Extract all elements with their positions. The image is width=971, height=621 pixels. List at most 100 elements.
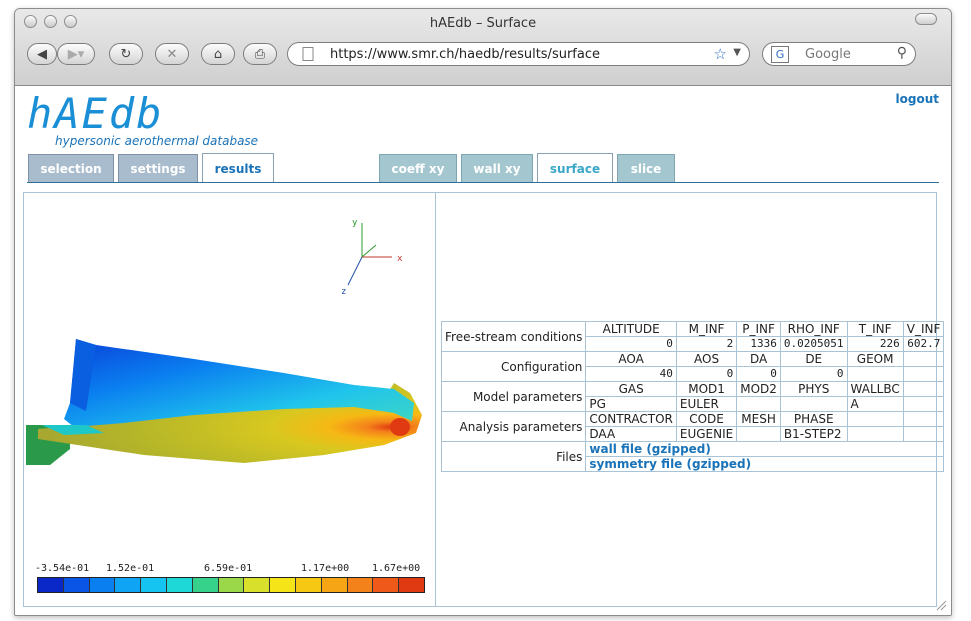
val-code: EUGENIE [675,426,738,442]
colorbar-swatch [192,578,219,592]
empty-cell [902,426,945,442]
history-dropdown-icon[interactable]: ▼ [733,47,741,58]
stop-button[interactable]: ✕ [155,43,189,65]
val-phase: B1-STEP2 [779,426,848,442]
page-content: hAEdb hypersonic aerothermal database lo… [15,86,951,615]
colorbar [37,577,425,593]
colorbar-label-5: 1.67e+00 [372,563,421,574]
colorbar-swatch [141,578,167,592]
val-mod2 [736,396,781,412]
stop-icon: ✕ [166,46,178,62]
colorbar-label-1: -3.54e-01 [35,563,90,574]
colorbar-swatch [218,578,245,592]
tab-coeff-xy[interactable]: coeff xy [379,154,457,182]
tab-slice[interactable]: slice [617,154,675,182]
colorbar-swatch [89,578,116,592]
tab-surface[interactable]: surface [537,153,613,183]
empty-cell [902,366,945,382]
colorbar-labels: -3.54e-01 1.52e-01 6.59e-01 1.17e+00 1.6… [35,563,427,577]
col-mod1: MOD1 [675,381,738,397]
results-panel: y x z -3.54e-01 1.52e-01 6.59e-01 1.17e+ [23,192,945,607]
symmetry-file-link[interactable]: symmetry file (gzipped) [585,456,945,472]
col-altitude: ALTITUDE [585,321,677,337]
home-button[interactable]: ⌂ [201,43,235,65]
val-m-inf: 2 [675,336,738,352]
tab-settings[interactable]: settings [118,154,198,182]
google-engine-icon[interactable]: G [771,46,789,63]
val-mod1: EULER [675,396,738,412]
bookmark-star-icon[interactable]: ☆ [714,45,727,63]
colorbar-label-3: 6.59e-01 [204,563,253,574]
toolbar-toggle-button[interactable] [915,13,937,25]
colorbar-swatch [115,578,142,592]
browser-window: hAEdb – Surface ◀ ▶▾ ↻ ✕ ⌂ ⎙ https://www… [14,8,952,616]
val-gas: PG [585,396,677,412]
colorbar-swatch [373,578,400,592]
row-label-configuration: Configuration [440,351,587,382]
colorbar-swatch [63,578,90,592]
col-aoa: AOA [585,351,677,367]
forward-button[interactable]: ▶▾ [57,43,95,65]
col-mod2: MOD2 [736,381,781,397]
resize-grip-icon[interactable] [935,599,947,611]
val-aoa: 40 [585,366,677,382]
browser-chrome: hAEdb – Surface ◀ ▶▾ ↻ ✕ ⌂ ⎙ https://www… [15,9,951,86]
val-da: 0 [736,366,781,382]
val-contractor: DAA [585,426,677,442]
tab-bar-underline [27,182,939,183]
empty-cell [902,381,945,397]
val-mesh [736,426,781,442]
tab-results[interactable]: results [202,153,274,183]
val-altitude: 0 [585,336,677,352]
colorbar-swatch [321,578,348,592]
colorbar-swatch [399,578,424,592]
search-magnifier-icon[interactable]: ⚲ [897,45,907,61]
colorbar-swatch [295,578,322,592]
url-text: https://www.smr.ch/haedb/results/surface [330,47,600,62]
print-button[interactable]: ⎙ [243,43,277,65]
back-button[interactable]: ◀ [27,43,57,65]
y-axis-label: y [352,218,358,228]
tab-wall-xy[interactable]: wall xy [461,154,533,182]
val-phys [779,396,848,412]
col-gas: GAS [585,381,677,397]
val-rho-inf: 0.0205051 [779,336,848,352]
colorbar-swatch [347,578,374,592]
surface-plot[interactable]: y x z [24,193,434,553]
col-v-inf: V_INF [902,321,945,337]
col-phys: PHYS [779,381,848,397]
row-label-analysis: Analysis parameters [440,411,587,442]
col-t-inf: T_INF [846,321,904,337]
wall-file-link[interactable]: wall file (gzipped) [585,441,945,457]
colorbar-label-2: 1.52e-01 [106,563,155,574]
col-phase: PHASE [779,411,848,427]
col-p-inf: P_INF [736,321,781,337]
search-field[interactable]: G Google ⚲ [762,42,916,66]
logout-link[interactable]: logout [896,92,939,106]
site-tagline: hypersonic aerothermal database [55,134,259,148]
site-logo[interactable]: hAEdb [27,90,163,138]
colorbar-swatch [270,578,296,592]
reload-button[interactable]: ↻ [109,43,143,65]
colorbar-label-4: 1.17e+00 [301,563,350,574]
parameters-table: Free-stream conditions ALTITUDE M_INF P_… [440,321,945,472]
axis-triad: y x z [341,218,403,297]
colorbar-swatch [244,578,271,592]
val-de: 0 [779,366,848,382]
tab-selection[interactable]: selection [28,154,114,182]
val-geom [846,366,904,382]
col-wallbc: WALLBC [846,381,904,397]
val-t-inf: 226 [846,336,904,352]
home-icon: ⌂ [213,46,223,62]
col-geom: GEOM [846,351,904,367]
col-code: CODE [675,411,738,427]
val-p-inf: 1336 [736,336,781,352]
col-da: DA [736,351,781,367]
z-axis-label: z [341,287,346,297]
col-aos: AOS [675,351,738,367]
val-wallbc: A [846,396,904,412]
colorbar-swatch [166,578,193,592]
x-axis-label: x [397,254,403,264]
z-axis-line [347,256,363,286]
address-bar[interactable]: https://www.smr.ch/haedb/results/surface… [287,42,750,66]
